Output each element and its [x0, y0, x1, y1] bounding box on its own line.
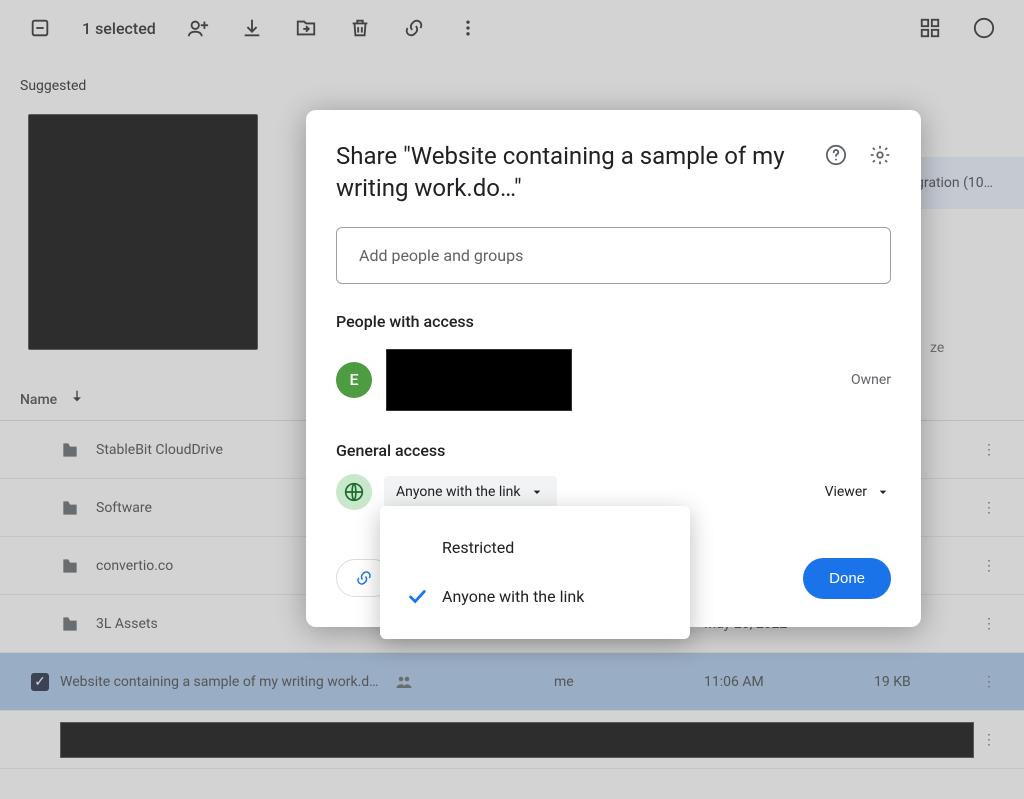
access-dropdown-menu: Restricted Anyone with the link [380, 506, 690, 639]
person-row: E Owner [336, 349, 891, 411]
people-section-title: People with access [336, 312, 891, 331]
check-icon [406, 585, 428, 607]
dialog-title: Share "Website containing a sample of my… [336, 140, 813, 205]
caret-down-icon [875, 484, 891, 500]
caret-down-icon [529, 484, 545, 500]
general-access-title: General access [336, 441, 891, 460]
role-dropdown[interactable]: Viewer [825, 484, 891, 500]
done-button[interactable]: Done [803, 558, 891, 599]
gear-icon[interactable] [869, 144, 891, 166]
add-people-input[interactable]: Add people and groups [336, 227, 891, 284]
dropdown-option-anyone[interactable]: Anyone with the link [380, 571, 690, 621]
role-label: Owner [851, 372, 891, 388]
redacted-name [386, 349, 572, 411]
help-icon[interactable] [825, 144, 847, 166]
avatar: E [336, 362, 372, 398]
dropdown-option-restricted[interactable]: Restricted [380, 524, 690, 571]
access-dropdown[interactable]: Anyone with the link [384, 476, 557, 508]
globe-icon [336, 474, 372, 510]
link-icon [355, 569, 373, 587]
